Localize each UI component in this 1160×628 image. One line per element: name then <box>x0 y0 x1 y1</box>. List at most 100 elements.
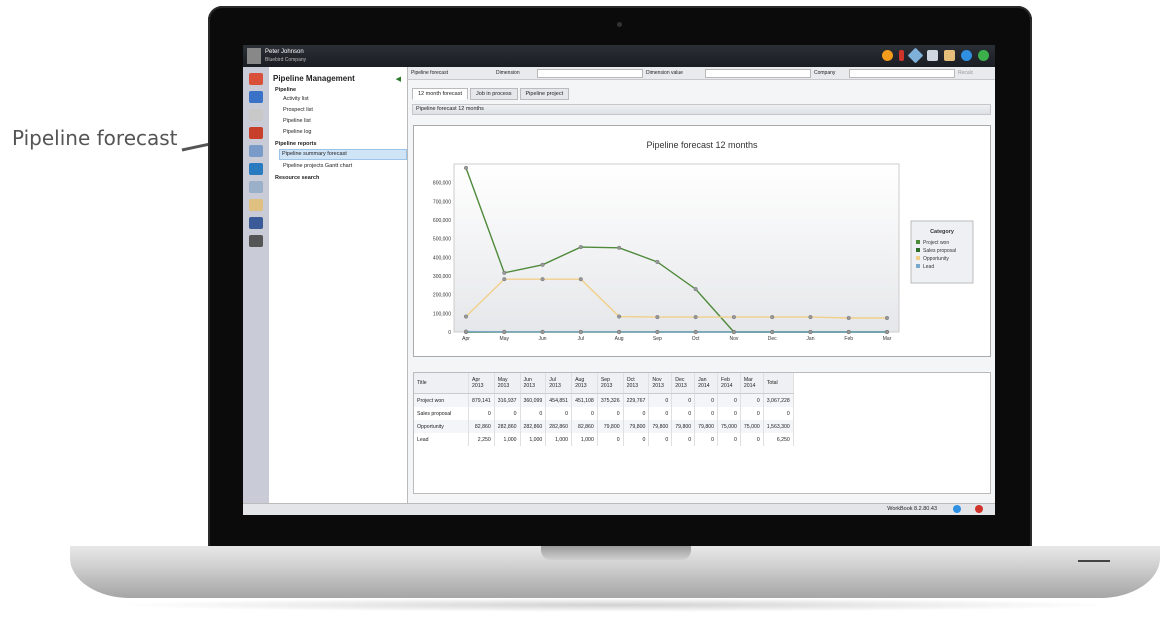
refresh-icon[interactable] <box>953 505 961 513</box>
data-point <box>617 314 622 319</box>
column-header[interactable]: Sep 2013 <box>597 373 624 394</box>
table-cell: 0 <box>717 393 741 407</box>
column-header[interactable]: Oct 2013 <box>623 373 650 394</box>
table-cell: 82,860 <box>571 420 598 433</box>
column-header[interactable]: Total <box>763 373 794 394</box>
data-point <box>617 329 622 334</box>
alert-icon[interactable] <box>899 50 904 61</box>
module-icon-1[interactable] <box>249 73 263 85</box>
legend-swatch <box>916 248 920 252</box>
nav-item-activity-list[interactable]: Activity list <box>281 95 407 104</box>
dimension-value-label: Dimension value <box>646 70 683 76</box>
tab-job-in-process[interactable]: Job in process <box>470 88 518 100</box>
data-point <box>770 329 775 334</box>
data-point <box>540 262 545 267</box>
table-cell: 1,563,300 <box>763 420 794 433</box>
column-header[interactable]: Feb 2014 <box>717 373 741 394</box>
data-point <box>655 259 660 264</box>
column-header[interactable]: Mar 2014 <box>740 373 764 394</box>
settings-gear-icon[interactable] <box>249 235 263 247</box>
table-cell: 1,000 <box>545 433 573 446</box>
column-header[interactable]: Apr 2013 <box>468 373 495 394</box>
data-point <box>693 329 698 334</box>
table-cell: 282,860 <box>545 420 573 433</box>
table-cell: 0 <box>694 407 718 420</box>
column-header[interactable]: Jul 2013 <box>545 373 573 394</box>
table-cell: 1,000 <box>520 433 547 446</box>
forecast-chart: Pipeline forecast 12 months 0 100,000 200,0… <box>433 140 974 342</box>
nav-item-gantt-chart[interactable]: Pipeline projects Gantt chart <box>281 162 407 171</box>
table-row[interactable]: Lead 2,250 1,000 1,000 1,000 1,000 0 0 0 0 0 0 0 6,25… <box>414 433 794 446</box>
dimension-value-select[interactable] <box>705 68 811 78</box>
y-tick-label: 300,000 <box>433 274 451 280</box>
table-cell: 0 <box>671 407 696 420</box>
column-header[interactable]: Dec 2013 <box>671 373 696 394</box>
module-icon-4[interactable] <box>249 127 263 139</box>
nav-item-pipeline-log[interactable]: Pipeline log <box>281 128 407 137</box>
table-cell: 360,099 <box>520 393 547 407</box>
laptop-led <box>1078 560 1110 562</box>
table-cell: 0 <box>545 407 573 420</box>
print-icon[interactable] <box>927 50 938 61</box>
table-cell: 0 <box>494 407 521 420</box>
module-icon-3[interactable] <box>249 109 263 121</box>
company-select[interactable] <box>849 68 955 78</box>
module-icon-2[interactable] <box>249 91 263 103</box>
tools-icon[interactable] <box>944 50 955 61</box>
table-row[interactable]: Opportunity 82,860 282,860 282,860 282,860 82… <box>414 420 794 433</box>
recalc-button[interactable]: Recalc <box>958 70 973 76</box>
version-label: WorkBook 8.2.80.43 <box>887 506 937 512</box>
table-cell: 79,800 <box>597 420 624 433</box>
table-cell: 0 <box>694 433 718 446</box>
table-cell: 0 <box>597 433 624 446</box>
nav-item-pipeline-summary-forecast[interactable]: Pipeline summary forecast <box>279 149 407 160</box>
table-cell: 79,800 <box>694 420 718 433</box>
table-row[interactable]: Project won 879,141 316,937 360,099 454,851 4… <box>414 393 794 407</box>
nav-section-resource-search[interactable]: Resource search <box>275 175 407 181</box>
data-point <box>502 329 507 334</box>
table-row[interactable]: Sales proposal 0 0 0 0 0 0 0 0 0 0 0 0 0 <box>414 407 794 420</box>
tab-12-month-forecast[interactable]: 12 month forecast <box>412 88 469 100</box>
column-header[interactable]: Title <box>414 373 469 394</box>
x-tick-label: May <box>500 336 510 342</box>
column-header[interactable]: Aug 2013 <box>571 373 598 394</box>
module-icon-9[interactable] <box>249 217 263 229</box>
dimension-label: Dimension <box>496 70 520 76</box>
module-icon-8[interactable] <box>249 199 263 211</box>
x-tick-label: Dec <box>768 336 777 342</box>
table-cell: Sales proposal <box>414 407 469 420</box>
nav-item-pipeline-list[interactable]: Pipeline list <box>281 117 407 126</box>
nav-section-pipeline-reports[interactable]: Pipeline reports <box>275 141 407 147</box>
table-cell: 316,937 <box>494 393 521 407</box>
help-icon[interactable] <box>961 50 972 61</box>
tag-icon[interactable] <box>907 47 924 64</box>
column-header[interactable]: Jun 2013 <box>520 373 547 394</box>
collapse-arrow-icon[interactable]: ◀ <box>396 75 401 83</box>
data-point <box>540 277 545 282</box>
y-tick-label: 200,000 <box>433 293 451 299</box>
tabs: 12 month forecast Job in process Pipelin… <box>412 88 995 100</box>
table-cell: 0 <box>671 433 696 446</box>
nav-section-pipeline[interactable]: Pipeline <box>275 87 407 93</box>
tab-pipeline-project[interactable]: Pipeline project <box>519 88 570 100</box>
x-tick-label: Jul <box>578 336 584 342</box>
table-cell: 0 <box>520 407 547 420</box>
close-icon[interactable] <box>975 505 983 513</box>
column-header[interactable]: Jan 2014 <box>694 373 718 394</box>
column-header[interactable]: May 2013 <box>494 373 521 394</box>
module-icon-5[interactable] <box>249 145 263 157</box>
laptop-notch <box>541 546 691 560</box>
user-name: Peter Johnson <box>265 49 304 55</box>
ok-icon[interactable] <box>978 50 989 61</box>
data-point <box>846 315 851 320</box>
table-cell: 1,000 <box>571 433 598 446</box>
column-header[interactable]: Nov 2013 <box>648 373 673 394</box>
table-cell: 1,000 <box>494 433 521 446</box>
data-point <box>464 165 469 170</box>
dimension-select[interactable] <box>537 68 643 78</box>
module-icon-6[interactable] <box>249 163 263 175</box>
nav-item-prospect-list[interactable]: Prospect list <box>281 106 407 115</box>
help-globe-icon[interactable] <box>882 50 893 61</box>
avatar[interactable] <box>247 48 261 64</box>
module-icon-7[interactable] <box>249 181 263 193</box>
